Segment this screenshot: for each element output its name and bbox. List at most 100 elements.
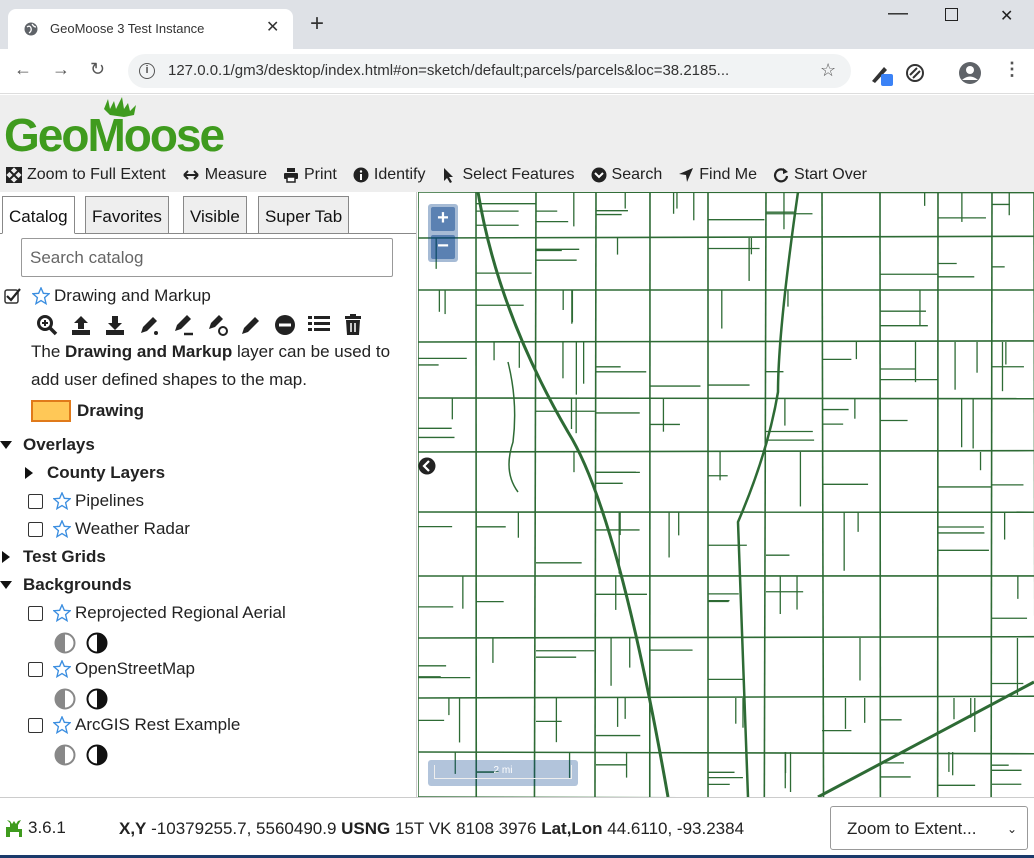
- increase-opacity-icon[interactable]: [86, 744, 108, 766]
- backgrounds-group[interactable]: Backgrounds: [0, 575, 132, 595]
- search-button[interactable]: Search: [591, 161, 662, 189]
- map-canvas[interactable]: + − 2 mi: [418, 192, 1034, 797]
- print-label: Print: [303, 166, 337, 183]
- favorite-star-icon[interactable]: [53, 716, 71, 734]
- eyedropper-extension-icon[interactable]: [868, 61, 896, 87]
- location-arrow-icon: [679, 168, 694, 182]
- select-features-button[interactable]: Select Features: [441, 161, 575, 189]
- drawing-legend-swatch: [31, 400, 71, 422]
- forward-icon[interactable]: →: [52, 59, 70, 80]
- county-layers-group[interactable]: County Layers: [25, 463, 165, 483]
- zoom-to-layer-icon[interactable]: [30, 312, 64, 338]
- tab-favorites[interactable]: Favorites: [85, 196, 169, 234]
- close-window-icon[interactable]: ✕: [1000, 6, 1013, 26]
- menu-kebab-icon[interactable]: ⋮: [1003, 59, 1021, 80]
- drawing-layer-tools: [30, 312, 370, 338]
- favorite-star-icon[interactable]: [53, 660, 71, 678]
- new-tab-icon[interactable]: +: [310, 12, 324, 36]
- chevron-circle-icon: [591, 167, 607, 183]
- url-field[interactable]: i 127.0.0.1/gm3/desktop/index.html#on=sk…: [128, 54, 851, 88]
- tab-catalog[interactable]: Catalog: [2, 196, 75, 234]
- reload-icon[interactable]: ↻: [90, 59, 105, 80]
- weather-radar-checkbox[interactable]: [28, 521, 43, 537]
- decrease-opacity-icon[interactable]: [54, 632, 76, 654]
- zoom-to-extent-select[interactable]: Zoom to Extent... ⌄: [830, 806, 1028, 850]
- pipelines-checkbox[interactable]: [28, 493, 43, 509]
- browser-tab[interactable]: GeoMoose 3 Test Instance ✕: [8, 9, 293, 49]
- minimize-icon[interactable]: —: [888, 2, 908, 25]
- find-me-button[interactable]: Find Me: [678, 161, 757, 189]
- maximize-icon[interactable]: [945, 8, 958, 26]
- browser-tab-bar: GeoMoose 3 Test Instance ✕ + — ✕: [0, 0, 1034, 49]
- catalog-search-input[interactable]: [21, 238, 393, 277]
- tab-visible[interactable]: Visible: [183, 196, 247, 234]
- catalog-panel: Catalog Favorites Visible Super Tab Draw…: [0, 192, 417, 797]
- draw-polygon-icon[interactable]: [200, 312, 234, 338]
- test-grids-group[interactable]: Test Grids: [2, 547, 106, 567]
- drawing-layer-label: Drawing and Markup: [54, 286, 211, 305]
- opacity-controls: [54, 632, 108, 654]
- overlays-group[interactable]: Overlays: [0, 435, 95, 455]
- favorite-star-icon[interactable]: [53, 604, 71, 622]
- list-icon[interactable]: [302, 312, 336, 338]
- favorite-star-icon[interactable]: [53, 520, 71, 538]
- decrease-opacity-icon[interactable]: [54, 744, 76, 766]
- tab-super-tab[interactable]: Super Tab: [258, 196, 350, 234]
- draw-point-icon[interactable]: [132, 312, 166, 338]
- scale-bar: 2 mi: [428, 760, 578, 786]
- checked-checkbox[interactable]: [4, 287, 22, 305]
- zoom-control: + −: [428, 204, 458, 262]
- drawing-layer-description: The Drawing and Markup layer can be used…: [31, 338, 416, 394]
- decrease-opacity-icon[interactable]: [54, 688, 76, 710]
- test-grids-label: Test Grids: [23, 547, 106, 566]
- extension-icon[interactable]: [905, 63, 925, 83]
- upload-icon[interactable]: [64, 312, 98, 338]
- identify-button[interactable]: Identify: [353, 161, 426, 189]
- expand-icon: [6, 167, 22, 183]
- zoom-full-extent-button[interactable]: Zoom to Full Extent: [6, 161, 166, 189]
- drawing-layer-row: Drawing and Markup: [4, 286, 211, 306]
- close-tab-icon[interactable]: ✕: [266, 17, 279, 37]
- url-text: 127.0.0.1/gm3/desktop/index.html#on=sket…: [168, 62, 730, 79]
- measure-label: Measure: [204, 166, 267, 183]
- site-info-icon[interactable]: i: [139, 63, 155, 79]
- print-button[interactable]: Print: [283, 161, 337, 189]
- pipelines-layer-row: Pipelines: [28, 491, 144, 511]
- draw-line-icon[interactable]: [166, 312, 200, 338]
- edit-pencil-icon[interactable]: [234, 312, 268, 338]
- identify-label: Identify: [373, 166, 426, 183]
- start-over-button[interactable]: Start Over: [773, 161, 867, 189]
- bg-layer-row: Reprojected Regional Aerial: [28, 603, 286, 623]
- bg-layer-checkbox[interactable]: [28, 717, 43, 733]
- trash-icon[interactable]: [336, 312, 370, 338]
- drawing-legend: Drawing: [31, 400, 144, 422]
- bg-layer-checkbox[interactable]: [28, 661, 43, 677]
- bg-layer-row: ArcGIS Rest Example: [28, 715, 240, 735]
- remove-circle-icon[interactable]: [268, 312, 302, 338]
- download-icon[interactable]: [98, 312, 132, 338]
- bg-layer-checkbox[interactable]: [28, 605, 43, 621]
- measure-button[interactable]: Measure: [182, 161, 267, 189]
- zoom-in-button[interactable]: +: [431, 207, 455, 231]
- overlays-label: Overlays: [23, 435, 95, 454]
- profile-avatar-icon[interactable]: [958, 61, 982, 85]
- caret-right-icon: [25, 467, 33, 479]
- bg-layer-row: OpenStreetMap: [28, 659, 195, 679]
- favorite-star-icon[interactable]: [53, 492, 71, 510]
- moose-icon: [6, 820, 22, 837]
- zoom-out-button[interactable]: −: [431, 235, 455, 259]
- zoom-full-extent-label: Zoom to Full Extent: [27, 166, 166, 183]
- usng-label: USNG: [341, 819, 391, 838]
- browser-tab-title: GeoMoose 3 Test Instance: [50, 21, 205, 36]
- caret-down-icon: [0, 441, 12, 449]
- weather-radar-label: Weather Radar: [75, 519, 190, 538]
- printer-icon: [283, 168, 298, 183]
- collapse-panel-icon[interactable]: [418, 457, 436, 475]
- bookmark-star-icon[interactable]: ☆: [820, 60, 836, 81]
- increase-opacity-icon[interactable]: [86, 632, 108, 654]
- weather-radar-layer-row: Weather Radar: [28, 519, 190, 539]
- parcel-lines: [418, 192, 1034, 797]
- back-icon[interactable]: ←: [14, 59, 32, 80]
- increase-opacity-icon[interactable]: [86, 688, 108, 710]
- favorite-star-icon[interactable]: [32, 287, 50, 305]
